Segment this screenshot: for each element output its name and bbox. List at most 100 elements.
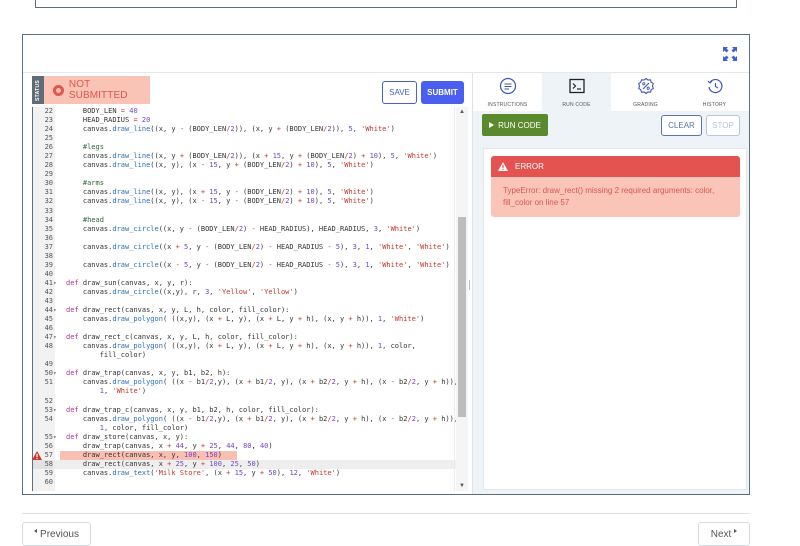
code-line[interactable]: 48 canvas.draw_polygon( ((x,y), (x + L, …: [33, 342, 456, 351]
code-line[interactable]: 1, color, fill_color): [33, 424, 456, 433]
code-line[interactable]: 31 canvas.draw_line((x, y), (x + 15, y -…: [33, 188, 456, 197]
line-number: 32: [44, 197, 53, 206]
code-line[interactable]: 51 canvas.draw_polygon( ((x - b1/2,y), (…: [33, 378, 459, 387]
save-button[interactable]: SAVE: [382, 81, 417, 104]
line-number: 51: [44, 378, 53, 387]
tab-history[interactable]: HISTORY: [680, 73, 749, 111]
code-text: canvas.draw_text('Milk Store', (x + 15, …: [66, 468, 341, 477]
code-line[interactable]: 34 #head: [33, 216, 456, 225]
fold-toggle-icon[interactable]: ▾: [53, 333, 61, 342]
code-line[interactable]: 60: [33, 478, 456, 487]
scroll-down-arrow-icon[interactable]: ▼: [456, 483, 468, 489]
code-line[interactable]: 23 HEAD_RADIUS = 20: [33, 116, 456, 125]
code-text: canvas.draw_polygon( ((x,y), (x + L, y),…: [66, 315, 425, 324]
code-line[interactable]: fill_color): [33, 351, 456, 360]
code-text: canvas.draw_circle((x, y - (BODY_LEN/2) …: [66, 224, 421, 233]
fold-toggle-icon[interactable]: ▾: [53, 279, 61, 288]
code-line[interactable]: 39 canvas.draw_circle((x - 5, y - (BODY_…: [33, 261, 456, 270]
previous-button[interactable]: Previous: [22, 522, 91, 546]
code-text: canvas.draw_line((x, y), (x + 15, y - (B…: [66, 188, 374, 197]
line-number: 53: [44, 405, 53, 414]
line-number: 37: [44, 242, 53, 251]
line-number: 58: [33, 459, 53, 469]
code-line[interactable]: 47 ▾ def draw_rect_c(canvas, x, y, L, h, c…: [33, 333, 456, 342]
code-lines[interactable]: 22 BODY_LEN = 40 23 HEAD_RADIUS = 20 24 ca…: [33, 107, 459, 487]
code-line[interactable]: 57 draw_rect(canvas, x, y, 100, 150): [33, 450, 456, 460]
code-workspace: STATUS NOT SUBMITTED SAVE SUBMIT 22 BODY…: [22, 34, 750, 495]
code-line[interactable]: 24 canvas.draw_line((x, y - (BODY_LEN/2)…: [33, 125, 456, 134]
tab-run-code[interactable]: RUN CODE: [542, 73, 611, 111]
code-line[interactable]: 43: [33, 297, 456, 306]
tab-label: INSTRUCTIONS: [487, 102, 528, 108]
line-number: 29: [44, 170, 53, 179]
terminal-icon: [568, 78, 585, 94]
scroll-up-arrow-icon[interactable]: ▲: [456, 109, 468, 115]
code-line[interactable]: 33: [33, 207, 456, 216]
code-line[interactable]: 52: [33, 397, 456, 406]
code-line[interactable]: 42 canvas.draw_circle((x,y), r, 3, 'Yell…: [33, 288, 456, 297]
submit-button[interactable]: SUBMIT: [421, 81, 464, 104]
scrollbar-thumb[interactable]: [458, 217, 466, 417]
code-line[interactable]: 27 canvas.draw_line((x, y + (BODY_LEN/2)…: [33, 152, 456, 161]
code-line[interactable]: 25: [33, 134, 456, 143]
panel-tabs: INSTRUCTIONS RUN CODE GRADING HISTORY: [473, 73, 749, 111]
code-line[interactable]: 26 #legs: [33, 143, 456, 152]
fold-toggle-icon[interactable]: ▾: [53, 433, 61, 442]
code-line[interactable]: 41 ▾ def draw_sun(canvas, x, y, r):: [33, 279, 456, 288]
code-line[interactable]: 1, 'White'): [33, 387, 456, 396]
line-number: 55: [44, 432, 53, 441]
code-line[interactable]: 22 BODY_LEN = 40: [33, 107, 456, 116]
next-button[interactable]: Next: [698, 522, 750, 546]
code-text: canvas.draw_line((x, y), (x - 15, y + (B…: [66, 161, 374, 170]
code-line[interactable]: 50 ▾ def draw_trap(canvas, x, y, b1, b2, h…: [33, 369, 456, 378]
code-line[interactable]: 36: [33, 234, 456, 243]
code-line[interactable]: 56 draw_trap(canvas, x + 44, y + 25, 44,…: [33, 442, 456, 451]
tab-grading[interactable]: GRADING: [611, 73, 680, 111]
error-alert: ERROR TypeError: draw_rect() missing 2 r…: [491, 156, 740, 217]
fold-toggle-icon[interactable]: ▾: [53, 406, 61, 415]
editor-scrollbar[interactable]: ▲ ▼: [456, 107, 468, 491]
code-text: canvas.draw_line((x, y), (x - 15, y - (B…: [66, 197, 374, 206]
run-code-label: RUN CODE: [498, 120, 541, 130]
code-line[interactable]: 58 draw_rect(canvas, x + 25, y + 100, 25…: [33, 459, 456, 469]
code-editor[interactable]: 22 BODY_LEN = 40 23 HEAD_RADIUS = 20 24 ca…: [32, 107, 468, 491]
run-code-button[interactable]: RUN CODE: [482, 114, 548, 136]
code-line[interactable]: 55 ▾ def draw_store(canvas, x, y):: [33, 433, 456, 442]
fold-toggle-icon[interactable]: ▾: [53, 369, 61, 378]
clear-button[interactable]: CLEAR: [661, 115, 702, 136]
code-text: #legs: [82, 143, 104, 152]
expand-button[interactable]: [721, 45, 739, 63]
code-line[interactable]: 40: [33, 270, 456, 279]
line-number: 33: [44, 206, 53, 215]
code-line[interactable]: 38: [33, 252, 456, 261]
line-number: 54: [44, 414, 53, 423]
code-line[interactable]: 37 canvas.draw_circle((x + 5, y - (BODY_…: [33, 243, 456, 252]
line-number: 60: [44, 477, 53, 486]
fold-toggle-icon[interactable]: ▾: [53, 306, 61, 315]
code-line[interactable]: 45 canvas.draw_polygon( ((x,y), (x + L, …: [33, 315, 456, 324]
line-number: 35: [44, 224, 53, 233]
status-text: NOT SUBMITTED: [68, 79, 128, 101]
tab-label: RUN CODE: [562, 102, 591, 108]
code-line[interactable]: 49: [33, 360, 456, 369]
code-line[interactable]: 46: [33, 324, 456, 333]
code-line[interactable]: 29: [33, 170, 456, 179]
chevron-right-icon: [734, 529, 738, 533]
play-icon: [489, 122, 495, 128]
workspace-header: [23, 35, 749, 73]
code-line[interactable]: 44 ▾ def draw_rect(canvas, x, y, L, h, col…: [33, 306, 456, 315]
code-text: draw_rect(canvas, x + 25, y + 100, 25, 5…: [66, 459, 260, 468]
code-line[interactable]: 32 canvas.draw_line((x, y), (x - 15, y -…: [33, 197, 456, 206]
code-line[interactable]: 54 canvas.draw_polygon( ((x - b1/2,y), (…: [33, 414, 459, 424]
tab-instructions[interactable]: INSTRUCTIONS: [473, 73, 542, 111]
code-line[interactable]: 59 canvas.draw_text('Milk Store', (x + 1…: [33, 469, 456, 478]
code-line[interactable]: 30 #arms: [33, 179, 456, 188]
code-line[interactable]: 35 canvas.draw_circle((x, y - (BODY_LEN/…: [33, 225, 456, 234]
code-text: canvas.draw_line((x, y - (BODY_LEN/2)), …: [66, 125, 395, 134]
code-text: #arms: [82, 179, 104, 188]
line-number: 49: [44, 360, 53, 369]
code-line[interactable]: 53 ▾ def draw_trap_c(canvas, x, y, b1, b2,…: [33, 406, 456, 415]
tab-label: HISTORY: [702, 102, 727, 108]
code-line[interactable]: 28 canvas.draw_line((x, y), (x - 15, y +…: [33, 161, 456, 170]
code-text: def draw_rect(canvas, x, y, L, h, color,…: [66, 306, 290, 315]
